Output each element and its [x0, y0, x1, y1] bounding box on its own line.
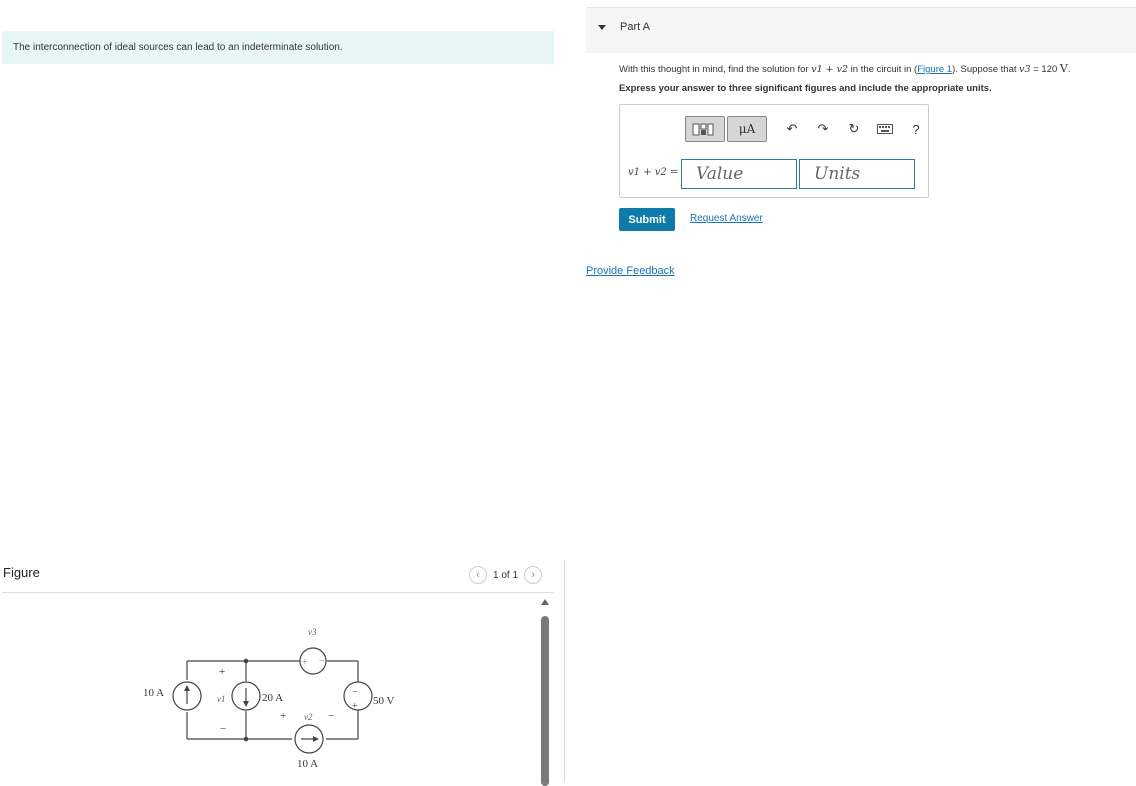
units-button-label: μA	[738, 122, 756, 136]
given-unit: V	[1059, 62, 1068, 75]
provide-feedback-link[interactable]: Provide Feedback	[586, 265, 675, 277]
value-input[interactable]: Value	[681, 159, 797, 189]
keyboard-icon[interactable]	[874, 118, 896, 140]
problem-panel: The interconnection of ideal sources can…	[0, 0, 564, 786]
reset-icon[interactable]: ↻	[843, 118, 865, 140]
collapse-triangle-icon	[598, 25, 606, 30]
next-figure-button[interactable]: ›	[524, 566, 543, 584]
given-variable: v3	[1019, 64, 1031, 75]
answer-toolbar: μA ↶ ↷ ↻ ?	[685, 116, 927, 142]
label-v2-plus: +	[280, 710, 286, 722]
chevron-left-icon: ‹	[476, 569, 480, 581]
question-expression: v1 + v2	[811, 64, 849, 75]
figure-1-link[interactable]: Figure 1	[917, 64, 952, 75]
label-v1: v1	[217, 694, 226, 704]
help-button[interactable]: ?	[905, 118, 927, 140]
label-20a: 20 A	[262, 692, 283, 704]
label-50v: 50 V	[373, 695, 395, 707]
templates-icon	[692, 123, 714, 136]
label-v2-minus: −	[328, 710, 334, 722]
undo-icon[interactable]: ↶	[781, 118, 803, 140]
units-input[interactable]: Units	[799, 159, 915, 189]
question-text: With this thought in mind, find the solu…	[619, 62, 1071, 75]
figure-divider	[2, 592, 554, 593]
label-10a-bottom: 10 A	[297, 758, 318, 770]
label-10a-left: 10 A	[143, 687, 164, 699]
label-v1-plus: +	[219, 666, 225, 678]
scroll-up-icon[interactable]	[541, 599, 549, 605]
prev-figure-button[interactable]: ‹	[469, 566, 487, 584]
problem-intro: The interconnection of ideal sources can…	[2, 31, 554, 64]
figure-page-count: 1 of 1	[493, 569, 519, 581]
label-v3-plus: +	[302, 657, 308, 668]
part-a-title: Part A	[620, 21, 650, 33]
label-v3-minus: −	[319, 656, 325, 667]
chevron-right-icon: ›	[531, 569, 535, 581]
request-answer-link[interactable]: Request Answer	[690, 213, 763, 224]
circuit-diagram: 10 A + v1 − 20 A v3 + − + v2 − − + 50 V …	[143, 627, 395, 770]
redo-icon[interactable]: ↷	[812, 118, 834, 140]
figure-label: Figure	[3, 565, 40, 580]
label-50v-plus: +	[352, 701, 358, 712]
label-v2: v2	[304, 712, 313, 722]
label-v1-minus: −	[220, 723, 226, 735]
part-a-header[interactable]: Part A	[586, 7, 1136, 53]
answer-label: v1 + v2 =	[628, 167, 679, 178]
figure-scrollbar[interactable]	[541, 616, 549, 786]
label-50v-minus: −	[352, 687, 358, 698]
instructions: Express your answer to three significant…	[619, 83, 992, 94]
figure-pager: ‹ 1 of 1 ›	[469, 566, 543, 584]
submit-button[interactable]: Submit	[619, 208, 675, 231]
panel-divider	[564, 560, 565, 782]
label-v3: v3	[308, 627, 317, 637]
units-button[interactable]: μA	[727, 116, 767, 142]
templates-button[interactable]	[685, 116, 725, 142]
